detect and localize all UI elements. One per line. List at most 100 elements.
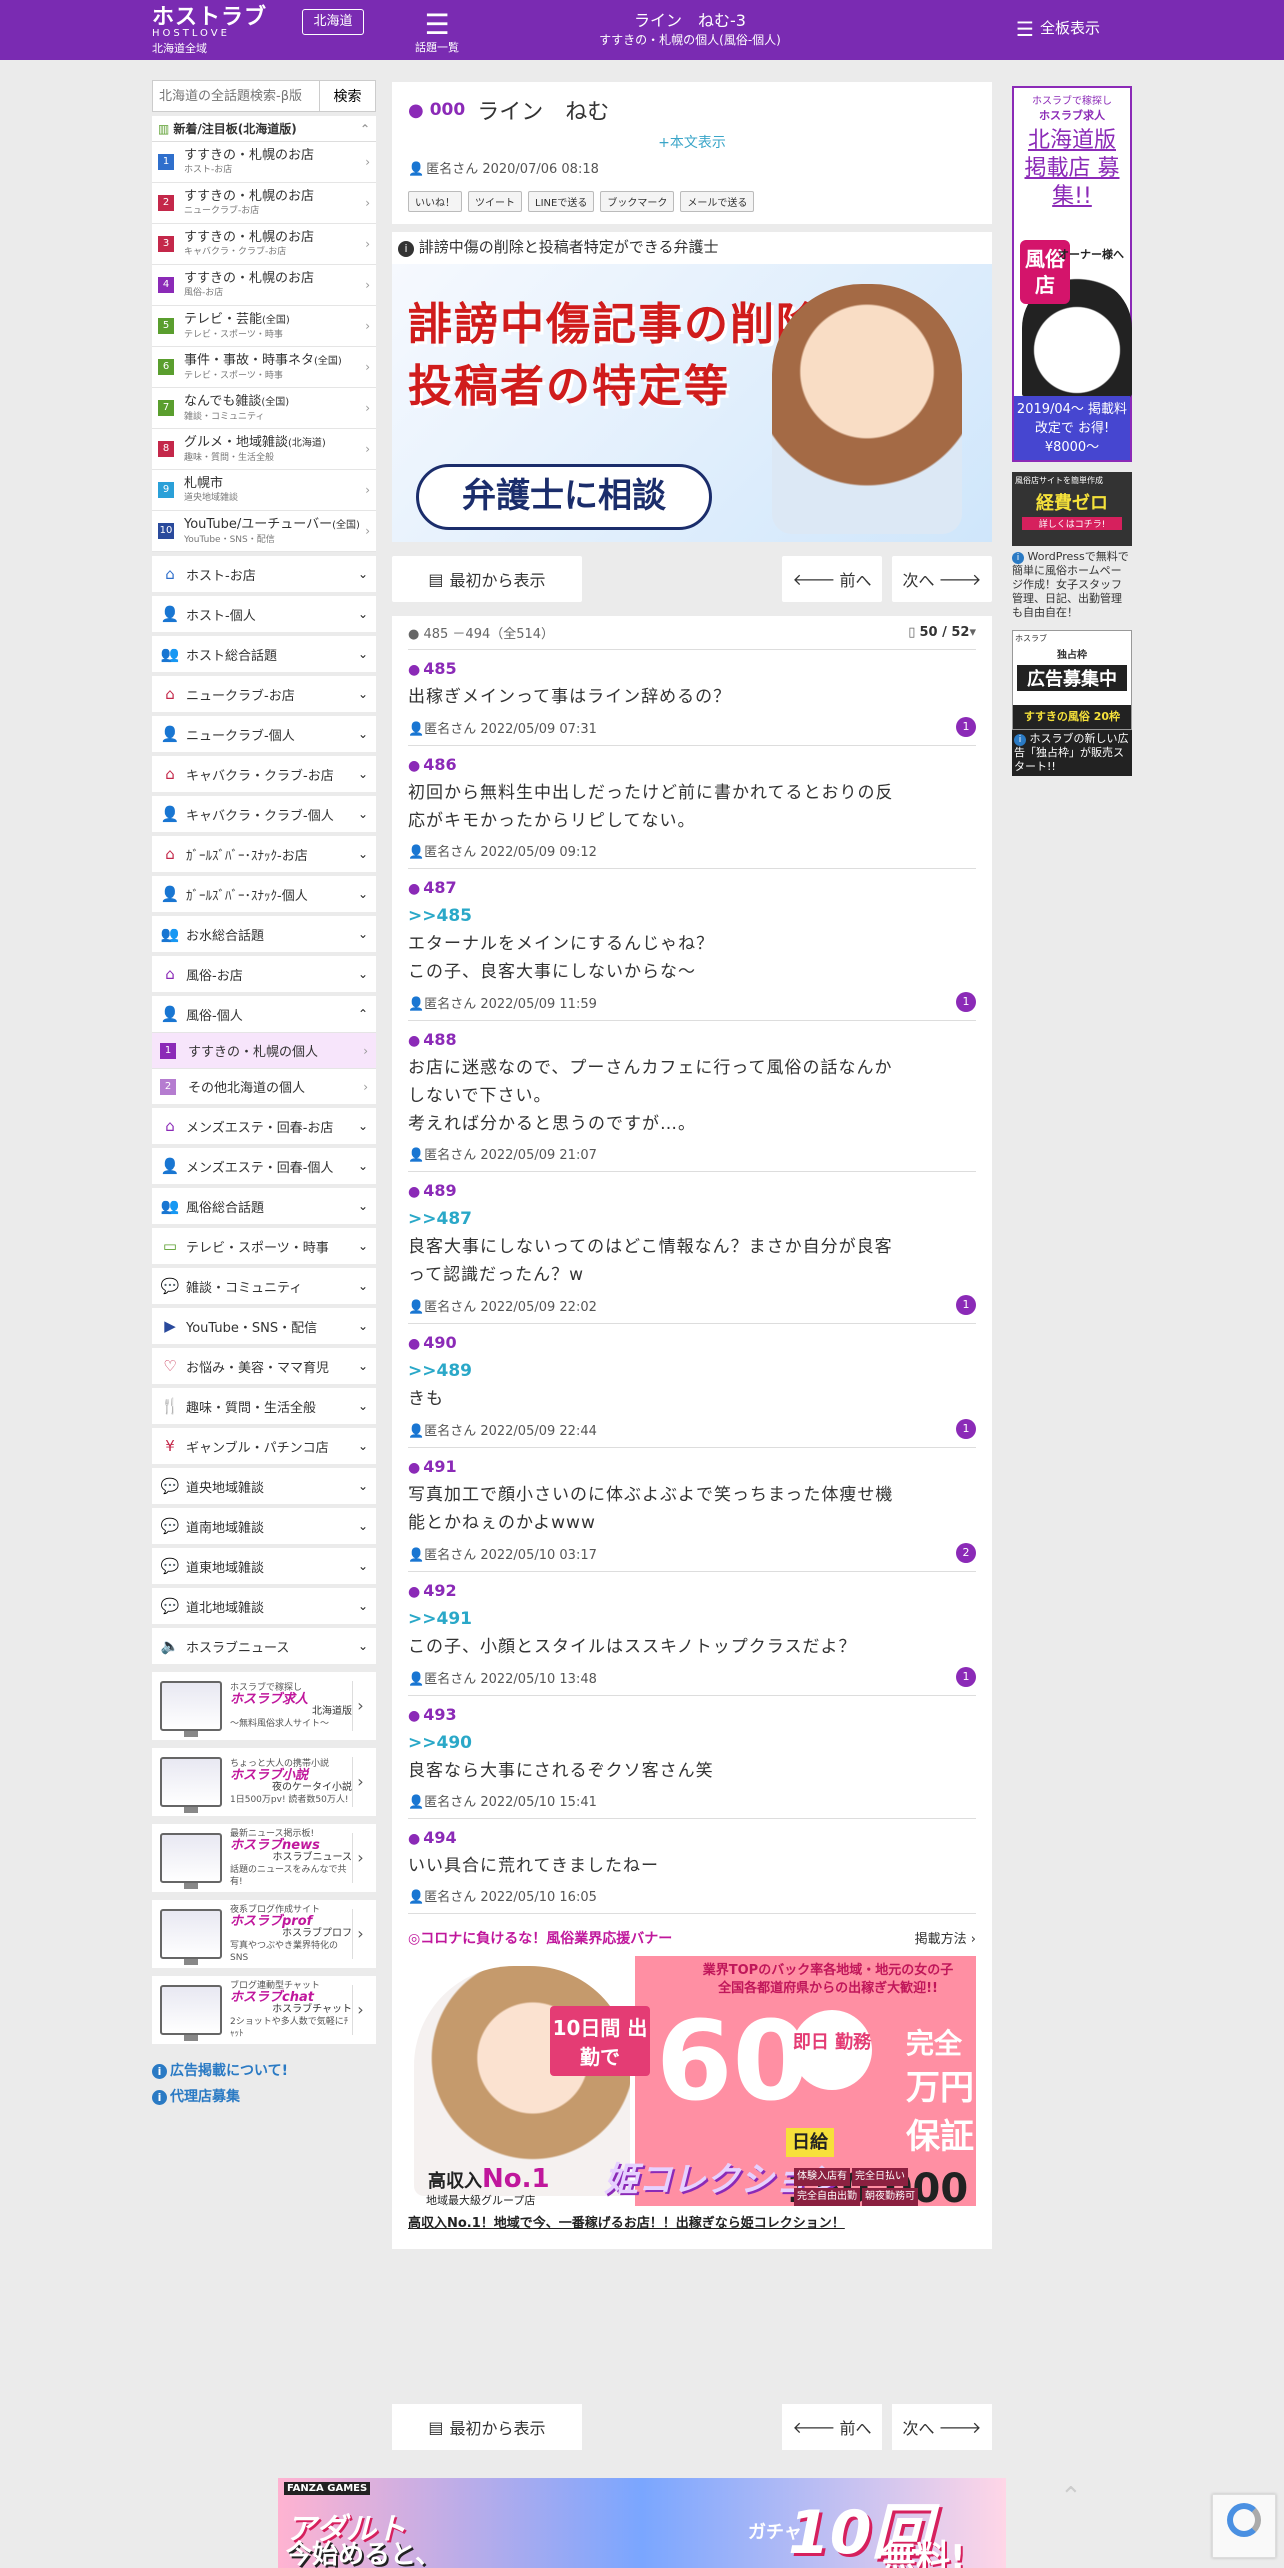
service-banner[interactable]: 夜系ブログ作成サイト ホスラブprof ホスラブプロフ 写真やつぶやき業界特化のSNS… <box>152 1900 376 1968</box>
share-button[interactable]: いいね！ <box>408 191 462 212</box>
response-number[interactable]: ● 487 <box>408 875 976 902</box>
subcategory-item[interactable]: 1 すすきの・札幌の個人 › <box>152 1032 376 1068</box>
category-item[interactable]: 👤 ニュークラブ-個人 ⌄ <box>152 716 376 752</box>
featured-item[interactable]: 1 すすきの・札幌のお店 ホスト-お店 › <box>152 142 376 183</box>
reply-count-badge[interactable]: 2 <box>956 1543 976 1563</box>
featured-header[interactable]: ▥ 新着/注目板(北海道版) ⌃ <box>152 116 376 142</box>
ad-info-link[interactable]: i 広告掲載について! <box>152 2058 376 2084</box>
next-button[interactable]: 次へ 🡒 <box>892 556 992 602</box>
featured-item[interactable]: 8 グルメ・地域雑談(北海道) 趣味・質問・生活全般 › <box>152 429 376 470</box>
response-number[interactable]: ● 489 <box>408 1178 976 1205</box>
category-item[interactable]: 🔈 ホスラブニュース ⌄ <box>152 1628 376 1664</box>
featured-item[interactable]: 2 すすきの・札幌のお店 ニュークラブ-お店 › <box>152 183 376 224</box>
next-button[interactable]: 次へ 🡒 <box>892 2404 992 2450</box>
category-item[interactable]: 👥 風俗総合話題 ⌄ <box>152 1188 376 1224</box>
featured-item[interactable]: 7 なんでも雑談(全国) 雑談・コミュニティ › <box>152 388 376 429</box>
lawyer-ad[interactable]: i 誹謗中傷の削除と投稿者特定ができる弁護士 誹謗中傷記事の削除 投稿者の特定等… <box>392 232 992 542</box>
search-button[interactable]: 検索 <box>320 80 376 112</box>
reply-anchor-link[interactable]: >>490 <box>408 1729 976 1757</box>
category-item[interactable]: ¥ ギャンブル・パチンコ店 ⌄ <box>152 1428 376 1464</box>
show-from-start-button[interactable]: ▤ 最初から表示 <box>392 2404 582 2450</box>
category-item[interactable]: 👤 ｶﾞｰﾙｽﾞﾊﾞｰ･ｽﾅｯｸ-個人 ⌄ <box>152 876 376 912</box>
category-item[interactable]: 💬 道南地域雑談 ⌄ <box>152 1508 376 1544</box>
featured-item[interactable]: 6 事件・事故・時事ネタ(全国) テレビ・スポーツ・時事 › <box>152 347 376 388</box>
bottom-game-ad[interactable]: FANZA GAMES アダルト 今始めると、 ガチャ 10回 無料! <box>278 2478 1006 2568</box>
featured-item[interactable]: 5 テレビ・芸能(全国) テレビ・スポーツ・時事 › <box>152 306 376 347</box>
area-button[interactable]: 北海道 <box>302 9 364 35</box>
category-item[interactable]: ⌂ メンズエステ・回春-お店 ⌄ <box>152 1108 376 1144</box>
category-item[interactable]: ▶ YouTube・SNS・配信 ⌄ <box>152 1308 376 1344</box>
category-item[interactable]: 👥 ホスト総合話題 ⌄ <box>152 636 376 672</box>
howto-link[interactable]: 掲載方法 › <box>915 1928 976 1948</box>
wordpress-ad[interactable]: 風俗店サイトを簡単作成 経費ゼロ 詳しくはコチラ! <box>1012 472 1132 546</box>
page-selector[interactable]: ▯ 50 / 52▾ <box>908 625 976 640</box>
category-item[interactable]: ⌂ キャバクラ・クラブ-お店 ⌄ <box>152 756 376 792</box>
category-item[interactable]: 👤 メンズエステ・回春-個人 ⌄ <box>152 1148 376 1184</box>
reply-count-badge[interactable]: 1 <box>956 1667 976 1687</box>
response-number[interactable]: ● 493 <box>408 1702 976 1729</box>
response-number[interactable]: ● 491 <box>408 1454 976 1481</box>
featured-item[interactable]: 4 すすきの・札幌のお店 風俗-お店 › <box>152 265 376 306</box>
exclusive-ad[interactable]: ホスラブ 独占枠 広告募集中 すすきの風俗 20枠 <box>1012 630 1132 730</box>
category-item[interactable]: ⌂ ホスト-お店 ⌄ <box>152 556 376 592</box>
category-item[interactable]: ⌂ ｶﾞｰﾙｽﾞﾊﾞｰ･ｽﾅｯｸ-お店 ⌄ <box>152 836 376 872</box>
response-number[interactable]: ● 490 <box>408 1330 976 1357</box>
reply-anchor-link[interactable]: >>485 <box>408 902 976 930</box>
share-button[interactable]: メールで送る <box>680 191 755 212</box>
category-item[interactable]: 🍴 趣味・質問・生活全般 ⌄ <box>152 1388 376 1424</box>
subcategory-item[interactable]: 2 その他北海道の個人 › <box>152 1068 376 1104</box>
reply-anchor-link[interactable]: >>489 <box>408 1357 976 1385</box>
category-fuzoku-kojin[interactable]: 👤 風俗-個人 ⌃ <box>152 996 376 1032</box>
category-item[interactable]: 💬 道央地域雑談 ⌄ <box>152 1468 376 1504</box>
reply-anchor-link[interactable]: >>487 <box>408 1205 976 1233</box>
site-logo[interactable]: ホストラブ HOSTLOVE 北海道全域 <box>152 6 267 56</box>
show-from-start-button[interactable]: ▤ 最初から表示 <box>392 556 582 602</box>
prev-button[interactable]: 🡐 前へ <box>782 556 882 602</box>
share-button[interactable]: ブックマーク <box>600 191 675 212</box>
agency-link[interactable]: i 代理店募集 <box>152 2084 376 2110</box>
topic-list-button[interactable]: ☰ 話題一覧 <box>410 8 464 54</box>
service-banner[interactable]: ブログ連動型チャット ホスラブchat ホスラブチャット 2ショットや多人数で気軽にﾁ… <box>152 1976 376 2044</box>
response-number[interactable]: ● 494 <box>408 1825 976 1852</box>
featured-item[interactable]: 3 すすきの・札幌のお店 キャバクラ・クラブ-お店 › <box>152 224 376 265</box>
response-text: この子、良客大事にしないからな〜 <box>408 962 696 982</box>
share-button[interactable]: ツイート <box>468 191 522 212</box>
reply-count-badge[interactable]: 1 <box>956 992 976 1012</box>
recaptcha-badge[interactable] <box>1212 2494 1276 2558</box>
service-banner[interactable]: ちょっと大人の携帯小説 ホスラブ小説 夜のケータイ小説 1日500万pv! 読者数50… <box>152 1748 376 1816</box>
category-item[interactable]: ♡ お悩み・美容・ママ育児 ⌄ <box>152 1348 376 1384</box>
featured-item[interactable]: 10 YouTube/ユーチューバー(全国) YouTube・SNS・配信 › <box>152 511 376 552</box>
support-banner-link[interactable]: 高収入No.1！地域で今、一番稼げるお店！！出稼ぎなら姫コレクション！ <box>408 2212 976 2231</box>
category-label: ホスト-お店 <box>186 568 256 584</box>
response-number[interactable]: ● 485 <box>408 656 976 683</box>
response-number[interactable]: ● 492 <box>408 1578 976 1605</box>
support-banner-image[interactable]: 業界TOPのバック率各地域・地元の女の子 全国各都道府県からの出稼ぎ大歓迎!! 1… <box>408 1956 976 2206</box>
share-button[interactable]: LINEで送る <box>528 191 595 212</box>
reply-count-badge[interactable]: 1 <box>956 1295 976 1315</box>
category-item[interactable]: 💬 道北地域雑談 ⌄ <box>152 1588 376 1624</box>
search-input[interactable] <box>152 80 320 112</box>
service-banner[interactable]: ホスラブで稼探し ホスラブ求人 北海道版 〜無料風俗求人サイト〜 › <box>152 1672 376 1740</box>
prev-button[interactable]: 🡐 前へ <box>782 2404 882 2450</box>
high-income-no: No.1 <box>482 2164 550 2194</box>
category-item[interactable]: ⌂ 風俗-お店 ⌄ <box>152 956 376 992</box>
category-item[interactable]: 👤 ホスト-個人 ⌄ <box>152 596 376 632</box>
show-body-link[interactable]: +本文表示 <box>408 132 976 152</box>
job-ad[interactable]: ホスラブで稼探し ホスラブ求人 北海道版 掲載店 募集!! 風俗店 オーナー様へ… <box>1012 86 1132 462</box>
category-item[interactable]: 💬 雑談・コミュニティ ⌄ <box>152 1268 376 1304</box>
category-item[interactable]: ⌂ ニュークラブ-お店 ⌄ <box>152 676 376 712</box>
category-item[interactable]: ▭ テレビ・スポーツ・時事 ⌄ <box>152 1228 376 1264</box>
response-number[interactable]: ● 488 <box>408 1027 976 1054</box>
service-banner[interactable]: 最新ニュース掲示板! ホスラブnews ホスラブニュース 話題のニュースをみんなで共有… <box>152 1824 376 1892</box>
scroll-top-icon[interactable]: ⌃ <box>1060 2482 1082 2512</box>
reply-count-badge[interactable]: 1 <box>956 1419 976 1439</box>
reply-count-badge[interactable]: 1 <box>956 717 976 737</box>
category-item[interactable]: 💬 道東地域雑談 ⌄ <box>152 1548 376 1584</box>
response-text: 良客大事にしないってのはどこ情報なん？まさか自分が良客 <box>408 1237 893 1257</box>
response-number[interactable]: ● 486 <box>408 752 976 779</box>
reply-anchor-link[interactable]: >>491 <box>408 1605 976 1633</box>
featured-item[interactable]: 9 札幌市 道央地域雑談 › <box>152 470 376 511</box>
category-item[interactable]: 👥 お水総合話題 ⌄ <box>152 916 376 952</box>
category-item[interactable]: 👤 キャバクラ・クラブ-個人 ⌄ <box>152 796 376 832</box>
show-all-boards-button[interactable]: ☰ 全板表示 <box>1016 17 1100 41</box>
